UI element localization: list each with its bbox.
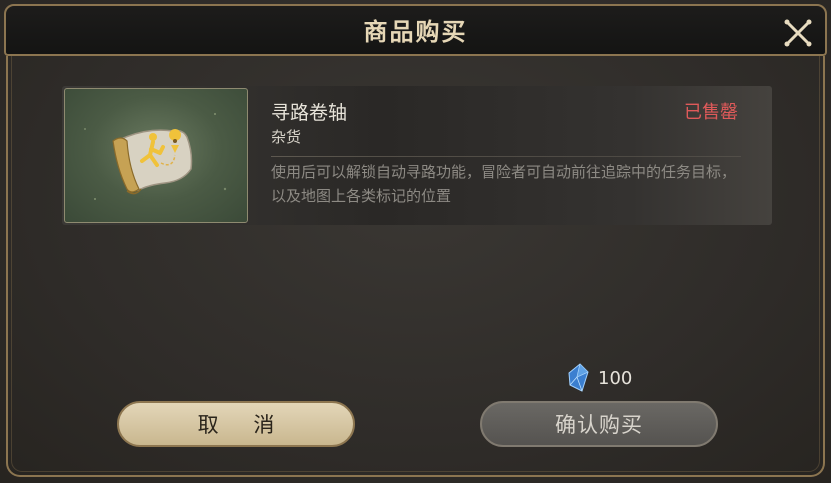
item-name: 寻路卷轴 <box>271 102 348 124</box>
map-scroll-icon <box>84 113 227 200</box>
close-icon <box>784 19 812 47</box>
item-description: 使用后可以解锁自动寻路功能，冒险者可自动前往追踪中的任务目标，以及地图上各类标记… <box>271 163 737 205</box>
price-display: 100 <box>566 362 632 394</box>
close-button[interactable] <box>783 18 813 48</box>
price-value: 100 <box>598 367 633 389</box>
item-card: 寻路卷轴 杂货 已售罄 使用后可以解锁自动寻路功能，冒险者可自动前往追踪中的任务… <box>62 86 772 225</box>
purchase-dialog: 商品购买 寻路卷轴 杂货 已售罄 使用后可以解锁自动寻路功能，冒险者可自动前往追… <box>0 0 831 483</box>
sold-out-label: 已售罄 <box>684 102 738 123</box>
cancel-button-label: 取 消 <box>197 413 289 437</box>
confirm-button-label: 确认购买 <box>555 413 643 437</box>
blue-crystal-icon <box>568 363 589 392</box>
divider <box>271 156 741 157</box>
item-category: 杂货 <box>271 128 302 146</box>
dialog-title: 商品购买 <box>363 17 468 46</box>
item-thumbnail <box>64 88 248 223</box>
confirm-purchase-button[interactable]: 确认购买 <box>480 401 718 447</box>
cancel-button[interactable]: 取 消 <box>117 401 355 447</box>
title-bar: 商品购买 <box>4 4 827 56</box>
